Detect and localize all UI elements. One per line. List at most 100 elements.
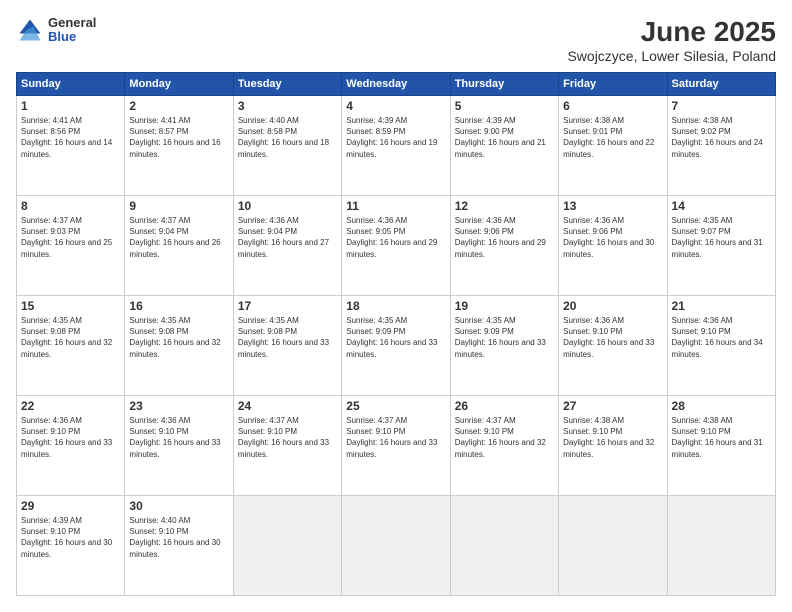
day-number: 16 [129, 299, 228, 313]
calendar-day-cell: 24Sunrise: 4:37 AMSunset: 9:10 PMDayligh… [233, 396, 341, 496]
day-detail: Sunrise: 4:36 AMSunset: 9:10 PMDaylight:… [672, 315, 771, 360]
day-number: 8 [21, 199, 120, 213]
calendar-day-cell: 8 Sunrise: 4:37 AMSunset: 9:03 PMDaylight… [17, 196, 125, 296]
day-detail: Sunrise: 4:41 AMSunset: 8:56 PMDaylight:… [21, 115, 120, 160]
calendar-day-cell: 13 Sunrise: 4:36 AMSunset: 9:06 PMDayligh… [559, 196, 667, 296]
day-number: 15 [21, 299, 120, 313]
calendar-day-header: Sunday [17, 73, 125, 96]
calendar-day-cell: 7 Sunrise: 4:38 AMSunset: 9:02 PMDaylight… [667, 96, 775, 196]
calendar-week-row: 29 Sunrise: 4:39 AMSunset: 9:10 PMDayligh… [17, 496, 776, 596]
calendar-day-header: Wednesday [342, 73, 450, 96]
day-number: 29 [21, 499, 120, 513]
day-detail: Sunrise: 4:38 AMSunset: 9:10 PMDaylight:… [563, 415, 662, 460]
day-number: 12 [455, 199, 554, 213]
calendar-day-cell: 27 Sunrise: 4:38 AMSunset: 9:10 PMDayligh… [559, 396, 667, 496]
calendar-week-row: 22 Sunrise: 4:36 AMSunset: 9:10 PMDayligh… [17, 396, 776, 496]
day-detail: Sunrise: 4:39 AMSunset: 9:10 PMDaylight:… [21, 515, 120, 560]
day-detail: Sunrise: 4:37 AMSunset: 9:10 PMDaylight:… [238, 415, 337, 460]
calendar-day-cell: 10Sunrise: 4:36 AMSunset: 9:04 PMDayligh… [233, 196, 341, 296]
calendar-day-cell: 29 Sunrise: 4:39 AMSunset: 9:10 PMDayligh… [17, 496, 125, 596]
calendar-table: SundayMondayTuesdayWednesdayThursdayFrid… [16, 72, 776, 596]
day-number: 28 [672, 399, 771, 413]
day-detail: Sunrise: 4:35 AMSunset: 9:09 PMDaylight:… [455, 315, 554, 360]
day-number: 19 [455, 299, 554, 313]
calendar-day-cell: 21Sunrise: 4:36 AMSunset: 9:10 PMDayligh… [667, 296, 775, 396]
calendar-day-cell: 26 Sunrise: 4:37 AMSunset: 9:10 PMDayligh… [450, 396, 558, 496]
day-detail: Sunrise: 4:36 AMSunset: 9:06 PMDaylight:… [563, 215, 662, 260]
day-detail: Sunrise: 4:36 AMSunset: 9:06 PMDaylight:… [455, 215, 554, 260]
calendar-day-cell [559, 496, 667, 596]
day-number: 26 [455, 399, 554, 413]
calendar-day-cell: 22Sunrise: 4:36 AMSunset: 9:10 PMDayligh… [17, 396, 125, 496]
day-detail: Sunrise: 4:36 AMSunset: 9:10 PMDaylight:… [563, 315, 662, 360]
day-detail: Sunrise: 4:38 AMSunset: 9:02 PMDaylight:… [672, 115, 771, 160]
logo-general: General [48, 16, 96, 30]
day-detail: Sunrise: 4:37 AMSunset: 9:10 PMDaylight:… [455, 415, 554, 460]
day-detail: Sunrise: 4:40 AMSunset: 9:10 PMDaylight:… [129, 515, 228, 560]
day-number: 20 [563, 299, 662, 313]
day-detail: Sunrise: 4:35 AMSunset: 9:08 PMDaylight:… [21, 315, 120, 360]
day-detail: Sunrise: 4:37 AMSunset: 9:03 PMDaylight:… [21, 215, 120, 260]
day-detail: Sunrise: 4:37 AMSunset: 9:10 PMDaylight:… [346, 415, 445, 460]
calendar-day-cell: 17 Sunrise: 4:35 AMSunset: 9:08 PMDayligh… [233, 296, 341, 396]
title-block: June 2025 Swojczyce, Lower Silesia, Pola… [567, 16, 776, 64]
day-detail: Sunrise: 4:35 AMSunset: 9:07 PMDaylight:… [672, 215, 771, 260]
page-subtitle: Swojczyce, Lower Silesia, Poland [567, 48, 776, 64]
calendar-day-cell [450, 496, 558, 596]
calendar-day-header: Friday [559, 73, 667, 96]
day-detail: Sunrise: 4:40 AMSunset: 8:58 PMDaylight:… [238, 115, 337, 160]
calendar-day-cell: 11 Sunrise: 4:36 AMSunset: 9:05 PMDayligh… [342, 196, 450, 296]
day-detail: Sunrise: 4:36 AMSunset: 9:05 PMDaylight:… [346, 215, 445, 260]
calendar-week-row: 1 Sunrise: 4:41 AMSunset: 8:56 PMDaylight… [17, 96, 776, 196]
calendar-day-cell: 6Sunrise: 4:38 AMSunset: 9:01 PMDaylight… [559, 96, 667, 196]
calendar-day-cell [342, 496, 450, 596]
calendar-day-cell: 14 Sunrise: 4:35 AMSunset: 9:07 PMDayligh… [667, 196, 775, 296]
calendar-day-header: Tuesday [233, 73, 341, 96]
day-number: 5 [455, 99, 554, 113]
calendar-day-cell: 30 Sunrise: 4:40 AMSunset: 9:10 PMDayligh… [125, 496, 233, 596]
day-number: 9 [129, 199, 228, 213]
day-number: 6 [563, 99, 662, 113]
calendar-day-cell: 15 Sunrise: 4:35 AMSunset: 9:08 PMDayligh… [17, 296, 125, 396]
day-number: 23 [129, 399, 228, 413]
day-number: 30 [129, 499, 228, 513]
calendar-day-cell: 1 Sunrise: 4:41 AMSunset: 8:56 PMDaylight… [17, 96, 125, 196]
calendar-day-cell: 3Sunrise: 4:40 AMSunset: 8:58 PMDaylight… [233, 96, 341, 196]
day-number: 7 [672, 99, 771, 113]
calendar-day-cell: 16 Sunrise: 4:35 AMSunset: 9:08 PMDayligh… [125, 296, 233, 396]
day-number: 17 [238, 299, 337, 313]
day-number: 4 [346, 99, 445, 113]
day-detail: Sunrise: 4:36 AMSunset: 9:10 PMDaylight:… [129, 415, 228, 460]
day-number: 1 [21, 99, 120, 113]
day-number: 18 [346, 299, 445, 313]
calendar-day-cell: 25 Sunrise: 4:37 AMSunset: 9:10 PMDayligh… [342, 396, 450, 496]
day-detail: Sunrise: 4:35 AMSunset: 9:09 PMDaylight:… [346, 315, 445, 360]
day-detail: Sunrise: 4:38 AMSunset: 9:10 PMDaylight:… [672, 415, 771, 460]
day-detail: Sunrise: 4:35 AMSunset: 9:08 PMDaylight:… [238, 315, 337, 360]
day-number: 27 [563, 399, 662, 413]
logo-blue: Blue [48, 30, 96, 44]
day-number: 25 [346, 399, 445, 413]
day-number: 22 [21, 399, 120, 413]
calendar-day-cell: 5Sunrise: 4:39 AMSunset: 9:00 PMDaylight… [450, 96, 558, 196]
calendar-week-row: 8 Sunrise: 4:37 AMSunset: 9:03 PMDaylight… [17, 196, 776, 296]
calendar-day-cell: 12 Sunrise: 4:36 AMSunset: 9:06 PMDayligh… [450, 196, 558, 296]
day-number: 14 [672, 199, 771, 213]
calendar-day-cell: 23 Sunrise: 4:36 AMSunset: 9:10 PMDayligh… [125, 396, 233, 496]
day-number: 13 [563, 199, 662, 213]
calendar-day-cell: 19 Sunrise: 4:35 AMSunset: 9:09 PMDayligh… [450, 296, 558, 396]
page: General Blue June 2025 Swojczyce, Lower … [0, 0, 792, 612]
day-detail: Sunrise: 4:37 AMSunset: 9:04 PMDaylight:… [129, 215, 228, 260]
calendar-day-cell: 28 Sunrise: 4:38 AMSunset: 9:10 PMDayligh… [667, 396, 775, 496]
calendar-day-cell: 4 Sunrise: 4:39 AMSunset: 8:59 PMDaylight… [342, 96, 450, 196]
calendar-day-header: Monday [125, 73, 233, 96]
day-detail: Sunrise: 4:35 AMSunset: 9:08 PMDaylight:… [129, 315, 228, 360]
calendar-day-cell [233, 496, 341, 596]
calendar-day-cell: 18 Sunrise: 4:35 AMSunset: 9:09 PMDayligh… [342, 296, 450, 396]
day-detail: Sunrise: 4:39 AMSunset: 8:59 PMDaylight:… [346, 115, 445, 160]
calendar-week-row: 15 Sunrise: 4:35 AMSunset: 9:08 PMDayligh… [17, 296, 776, 396]
page-title: June 2025 [567, 16, 776, 48]
day-number: 11 [346, 199, 445, 213]
header: General Blue June 2025 Swojczyce, Lower … [16, 16, 776, 64]
calendar-day-header: Saturday [667, 73, 775, 96]
